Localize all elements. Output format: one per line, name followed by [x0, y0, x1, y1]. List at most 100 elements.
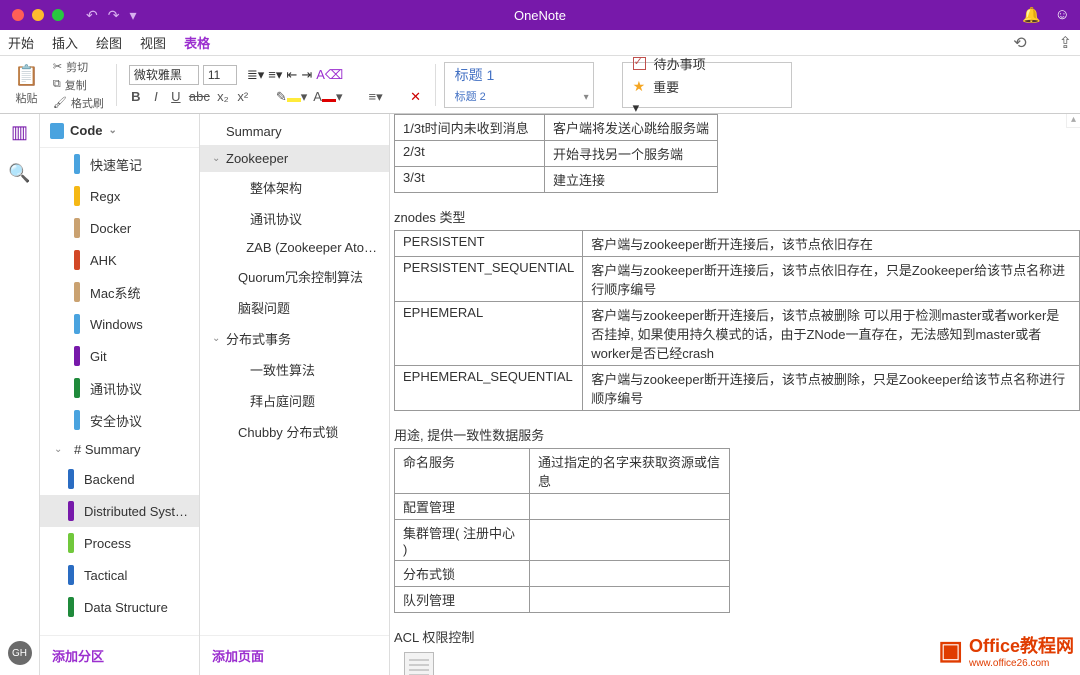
heartbeat-table[interactable]: 1/3t时间内未收到消息客户端将发送心跳给服务端2/3t开始寻找另一个服务端3/…	[394, 114, 718, 193]
bullets-icon[interactable]: ≣▾	[247, 67, 264, 83]
add-page-button[interactable]: 添加页面	[200, 635, 389, 675]
znodes-table[interactable]: PERSISTENT客户端与zookeeper断开连接后，该节点依旧存在PERS…	[394, 230, 1080, 411]
table-cell[interactable]: 1/3t时间内未收到消息	[395, 115, 545, 141]
font-color-button[interactable]: A▾	[313, 89, 342, 105]
section-item[interactable]: 快速笔记	[40, 148, 199, 180]
section-item[interactable]: Git	[40, 340, 199, 372]
cut-button[interactable]: ✂剪切	[53, 59, 104, 75]
sync-icon[interactable]: ⟲	[1013, 33, 1026, 53]
menu-draw[interactable]: 绘图	[96, 33, 122, 52]
table-cell[interactable]	[530, 494, 730, 520]
menu-view[interactable]: 视图	[140, 33, 166, 52]
share-icon[interactable]: ⇪	[1059, 33, 1072, 53]
undo-icon[interactable]: ↶	[86, 7, 98, 24]
bold-button[interactable]: B	[129, 89, 143, 104]
section-item[interactable]: Regx	[40, 180, 199, 212]
section-item[interactable]: Windows	[40, 308, 199, 340]
indent-icon[interactable]: ⇥	[301, 67, 312, 83]
chevron-down-icon[interactable]: ▾	[584, 92, 589, 103]
table-cell[interactable]: 配置管理	[395, 494, 530, 520]
maximize-window-button[interactable]	[52, 9, 64, 21]
style-heading2[interactable]: 标题 2	[455, 88, 575, 104]
table-cell[interactable]: 通过指定的名字来获取资源或信息	[530, 449, 730, 494]
table-cell[interactable]: EPHEMERAL_SEQUENTIAL	[395, 366, 583, 411]
table-cell[interactable]: 命名服务	[395, 449, 530, 494]
section-item[interactable]: Distributed Syst…	[40, 495, 199, 527]
page-item[interactable]: Quorum冗余控制算法	[200, 261, 389, 292]
tag-important[interactable]: ★重要	[633, 77, 767, 96]
align-button[interactable]: ≡▾	[368, 89, 382, 105]
table-cell[interactable]: PERSISTENT_SEQUENTIAL	[395, 257, 583, 302]
table-cell[interactable]: 客户端与zookeeper断开连接后，该节点依旧存在	[583, 231, 1080, 257]
table-cell[interactable]: PERSISTENT	[395, 231, 583, 257]
table-cell[interactable]: 2/3t	[395, 141, 545, 167]
superscript-button[interactable]: x²	[236, 89, 250, 104]
highlight-button[interactable]: ✎▾	[276, 89, 307, 105]
section-item[interactable]: Tactical	[40, 559, 199, 591]
strike-button[interactable]: abc	[189, 89, 210, 104]
section-item[interactable]: Docker	[40, 212, 199, 244]
menu-home[interactable]: 开始	[8, 33, 34, 52]
table-cell[interactable]: 3/3t	[395, 167, 545, 193]
page-item[interactable]: 整体架构	[200, 172, 389, 203]
table-cell[interactable]: 客户端与zookeeper断开连接后，该节点被删除，只是Zookeeper给该节…	[583, 366, 1080, 411]
format-painter-button[interactable]: 🖌格式刷	[53, 95, 104, 111]
table-cell[interactable]: 集群管理( 注册中心 )	[395, 520, 530, 561]
section-item[interactable]: Mac系统	[40, 276, 199, 308]
table-cell[interactable]: 客户端将发送心跳给服务端	[545, 115, 718, 141]
section-group[interactable]: ⌄# Summary	[40, 436, 199, 463]
table-cell[interactable]: 开始寻找另一个服务端	[545, 141, 718, 167]
style-heading1[interactable]: 标题 1	[455, 65, 575, 85]
table-cell[interactable]	[530, 561, 730, 587]
minimize-window-button[interactable]	[32, 9, 44, 21]
table-cell[interactable]	[530, 587, 730, 613]
table-cell[interactable]: EPHEMERAL	[395, 302, 583, 366]
notification-icon[interactable]: 🔔	[1022, 6, 1041, 24]
table-cell[interactable]	[530, 520, 730, 561]
close-window-button[interactable]	[12, 9, 24, 21]
delete-icon[interactable]: ✕	[409, 89, 423, 105]
table-cell[interactable]: 客户端与zookeeper断开连接后，该节点被删除 可以用于检测master或者…	[583, 302, 1080, 366]
page-item[interactable]: 脑裂问题	[200, 292, 389, 323]
table-cell[interactable]: 分布式锁	[395, 561, 530, 587]
avatar[interactable]: GH	[8, 641, 32, 665]
notebook-picker[interactable]: Code ⌄	[40, 114, 199, 148]
styles-gallery[interactable]: 标题 1 标题 2 ▾	[444, 62, 594, 108]
section-item[interactable]: 通讯协议	[40, 372, 199, 404]
section-item[interactable]: Data Structure	[40, 591, 199, 623]
italic-button[interactable]: I	[149, 89, 163, 104]
page-item[interactable]: 拜占庭问题	[200, 385, 389, 416]
redo-icon[interactable]: ↷	[108, 7, 120, 24]
numbering-icon[interactable]: ≡▾	[268, 67, 282, 83]
section-item[interactable]: Process	[40, 527, 199, 559]
page-item[interactable]: Chubby 分布式锁	[200, 416, 389, 447]
page-item[interactable]: ⌄分布式事务	[200, 323, 389, 354]
font-size-select[interactable]: 11	[203, 65, 237, 85]
menu-insert[interactable]: 插入	[52, 33, 78, 52]
add-section-button[interactable]: 添加分区	[40, 635, 199, 675]
font-name-select[interactable]: 微软雅黑	[129, 65, 199, 85]
subscript-button[interactable]: x₂	[216, 89, 230, 104]
section-item[interactable]: AHK	[40, 244, 199, 276]
copy-button[interactable]: ⧉复制	[53, 77, 104, 93]
page-item[interactable]: Summary	[200, 118, 389, 145]
table-cell[interactable]: 队列管理	[395, 587, 530, 613]
tags-gallery[interactable]: 待办事项 ★重要 ▾	[622, 62, 792, 108]
section-item[interactable]: Backend	[40, 463, 199, 495]
paste-button[interactable]: 📋 粘贴	[8, 58, 45, 111]
tag-todo[interactable]: 待办事项	[633, 54, 767, 73]
page-item[interactable]: ZAB (Zookeeper Ato…	[200, 234, 389, 261]
outdent-icon[interactable]: ⇤	[286, 67, 297, 83]
page-item[interactable]: ⌄Zookeeper	[200, 145, 389, 172]
clear-format-icon[interactable]: A⌫	[316, 67, 343, 83]
section-item[interactable]: 安全协议	[40, 404, 199, 436]
note-canvas[interactable]: ▴ 1/3t时间内未收到消息客户端将发送心跳给服务端2/3t开始寻找另一个服务端…	[390, 114, 1080, 675]
navigation-icon[interactable]: ▥	[11, 122, 28, 143]
qat-customize-icon[interactable]: ▾	[129, 7, 136, 24]
account-icon[interactable]: ☺	[1055, 6, 1070, 24]
menu-table[interactable]: 表格	[184, 33, 210, 52]
page-item[interactable]: 通讯协议	[200, 203, 389, 234]
table-cell[interactable]: 客户端与zookeeper断开连接后，该节点依旧存在，只是Zookeeper给该…	[583, 257, 1080, 302]
table-cell[interactable]: 建立连接	[545, 167, 718, 193]
page-item[interactable]: 一致性算法	[200, 354, 389, 385]
